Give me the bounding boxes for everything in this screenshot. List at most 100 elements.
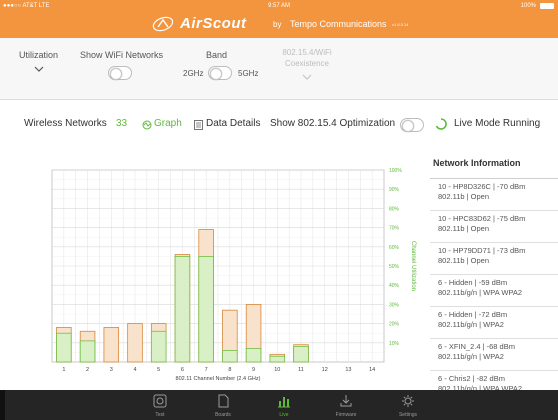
network-name: 6 - Chris2 | -82 dBm (438, 374, 505, 383)
tab-settings[interactable]: Settings (378, 390, 438, 420)
tab-label: Boards (215, 412, 231, 418)
x-tick-label: 2 (86, 367, 89, 373)
network-security: 802.11b/g/n | WPA2 (438, 320, 504, 329)
x-tick-label: 9 (252, 367, 255, 373)
x-tick-label: 3 (110, 367, 113, 373)
x-tick-label: 14 (369, 367, 375, 373)
coexistence-line2: Coexistence (284, 59, 330, 68)
x-tick-label: 8 (228, 367, 231, 373)
band-2ghz-label: 2GHz (183, 69, 204, 78)
x-tick-label: 11 (298, 367, 304, 373)
tab-firmware[interactable]: Firmware (316, 390, 376, 420)
y-tick-label: 40% (389, 283, 400, 289)
channel-utilization-bar (150, 330, 167, 363)
tab-label: Settings (398, 412, 418, 418)
app-header: ●●●○○ AT&T LTE 9:57 AM 100% AirScout by … (0, 0, 558, 38)
y-tick-label: 90% (389, 187, 400, 193)
network-list-item[interactable]: 10 - HP8D326C | -70 dBm 802.11b | Open (430, 178, 558, 210)
network-name: 6 - XFIN_2.4 | -68 dBm (438, 342, 515, 351)
channel-utilization-bar (79, 340, 96, 363)
tabbar-edge (0, 390, 5, 420)
channel-utilization-bar (56, 332, 72, 363)
x-tick-label: 10 (274, 367, 280, 373)
x-tick-label: 1 (62, 367, 65, 373)
channel-utilization-bar (293, 346, 309, 363)
graph-tab[interactable]: Graph (154, 118, 182, 129)
show-wifi-toggle[interactable] (108, 66, 132, 80)
network-list-item[interactable]: 10 - HPC83D62 | -75 dBm 802.11b | Open (430, 210, 558, 242)
battery-icon (540, 3, 554, 9)
x-tick-label: 6 (181, 367, 184, 373)
summary-row: Wireless Networks 33 Graph Data Details … (0, 100, 558, 148)
coexistence-line1: 802.15.4/WiFi (282, 48, 332, 57)
network-name: 10 - HP8D326C | -70 dBm (438, 182, 526, 191)
network-security: 802.11b | Open (438, 256, 490, 265)
channel-capacity-bar (103, 327, 120, 363)
band-label: Band (206, 50, 228, 60)
live-chart-icon (278, 397, 290, 408)
network-name: 10 - HP79DD71 | -73 dBm (438, 246, 526, 255)
data-details-tab[interactable]: Data Details (206, 118, 260, 129)
brand-by: by (273, 20, 282, 29)
y-tick-label: 50% (389, 264, 400, 270)
y-tick-label: 100% (389, 168, 402, 174)
show-optimization-label: Show 802.15.4 Optimization (270, 118, 396, 129)
tab-boards[interactable]: Boards (193, 390, 253, 420)
channel-utilization-chart: 10% 20% 30% 40% 50% 60% 70% 80% 90% 100% 1 2 3 4 5 6 7 8 9… (0, 148, 430, 390)
tab-label: Firmware (335, 412, 357, 418)
settings-gear-icon (402, 395, 414, 407)
chevron-down-icon (34, 66, 44, 72)
brand-company: Tempo Communications (290, 19, 387, 29)
utilization-label: Utilization (19, 50, 59, 60)
y-tick-label: 80% (389, 206, 400, 212)
network-name: 6 - Hidden | -59 dBm (438, 278, 508, 287)
battery-percent: 100% (520, 3, 536, 9)
x-tick-label: 4 (133, 367, 136, 373)
test-icon (153, 394, 167, 408)
network-list-item[interactable]: 6 - XFIN_2.4 | -68 dBm 802.11b/g/n | WPA… (430, 338, 558, 370)
brand-name: AirScout (180, 15, 247, 32)
y-tick-label: 10% (389, 341, 400, 347)
network-list-item[interactable]: 6 - Hidden | -72 dBm 802.11b/g/n | WPA2 (430, 306, 558, 338)
channel-utilization-bar (269, 355, 286, 363)
toolbar: Utilization Show WiFi Networks Band 2GHz… (0, 38, 558, 100)
network-list: 10 - HP8D326C | -70 dBm 802.11b | Open 1… (430, 178, 558, 402)
channel-utilization-bar (222, 350, 238, 363)
y-axis-label: Channel Utilization (410, 241, 416, 291)
network-name: 6 - Hidden | -72 dBm (438, 310, 508, 319)
x-tick-label: 5 (157, 367, 160, 373)
channel-utilization-bar (245, 348, 262, 363)
brand-row: AirScout by Tempo Communications v1.6.3.… (0, 13, 558, 37)
chart-svg: 10%20%30%40%50%60%70%80%90%100%1 2 3 4 5 6 7 8 9… (51, 168, 416, 382)
y-tick-label: 30% (389, 302, 400, 308)
y-tick-label: 60% (389, 245, 400, 251)
wireless-networks-label: Wireless Networks (24, 118, 107, 129)
brand-version: v1.6.3.14 (392, 22, 409, 27)
tab-test[interactable]: Test (130, 390, 190, 420)
boards-icon (218, 394, 229, 408)
tab-live[interactable]: Live (254, 390, 314, 420)
bottom-tab-bar: Test Boards Live Firmware Settings (0, 390, 558, 420)
status-bar: ●●●○○ AT&T LTE 9:57 AM 100% (0, 0, 558, 12)
network-security: 802.11b/g/n | WPA WPA2 (438, 288, 523, 297)
status-time: 9:57 AM (267, 3, 290, 9)
optimization-toggle[interactable] (400, 118, 424, 132)
network-list-item[interactable]: 10 - HP79DD71 | -73 dBm 802.11b | Open (430, 242, 558, 274)
network-list-item[interactable]: 6 - Hidden | -59 dBm 802.11b/g/n | WPA W… (430, 274, 558, 306)
utilization-dropdown[interactable]: Utilization (14, 48, 64, 84)
x-tick-label: 7 (205, 367, 208, 373)
x-axis-label: 802.11 Channel Number (2.4 GHz) (176, 376, 261, 382)
network-security: 802.11b | Open (438, 224, 490, 233)
tab-label: Live (279, 412, 289, 418)
coexistence-dropdown[interactable]: 802.15.4/WiFi Coexistence (272, 48, 342, 88)
y-tick-label: 70% (389, 226, 400, 232)
show-wifi-label: Show WiFi Networks (80, 50, 164, 60)
x-tick-label: 13 (345, 367, 351, 373)
graph-icon[interactable] (142, 120, 152, 130)
airscout-logo-icon (152, 16, 174, 32)
data-details-icon[interactable] (194, 120, 203, 130)
live-mode-status: Live Mode Running (454, 118, 541, 129)
band-5ghz-label: 5GHz (238, 69, 259, 78)
firmware-icon (340, 395, 352, 407)
band-toggle[interactable] (208, 66, 232, 80)
